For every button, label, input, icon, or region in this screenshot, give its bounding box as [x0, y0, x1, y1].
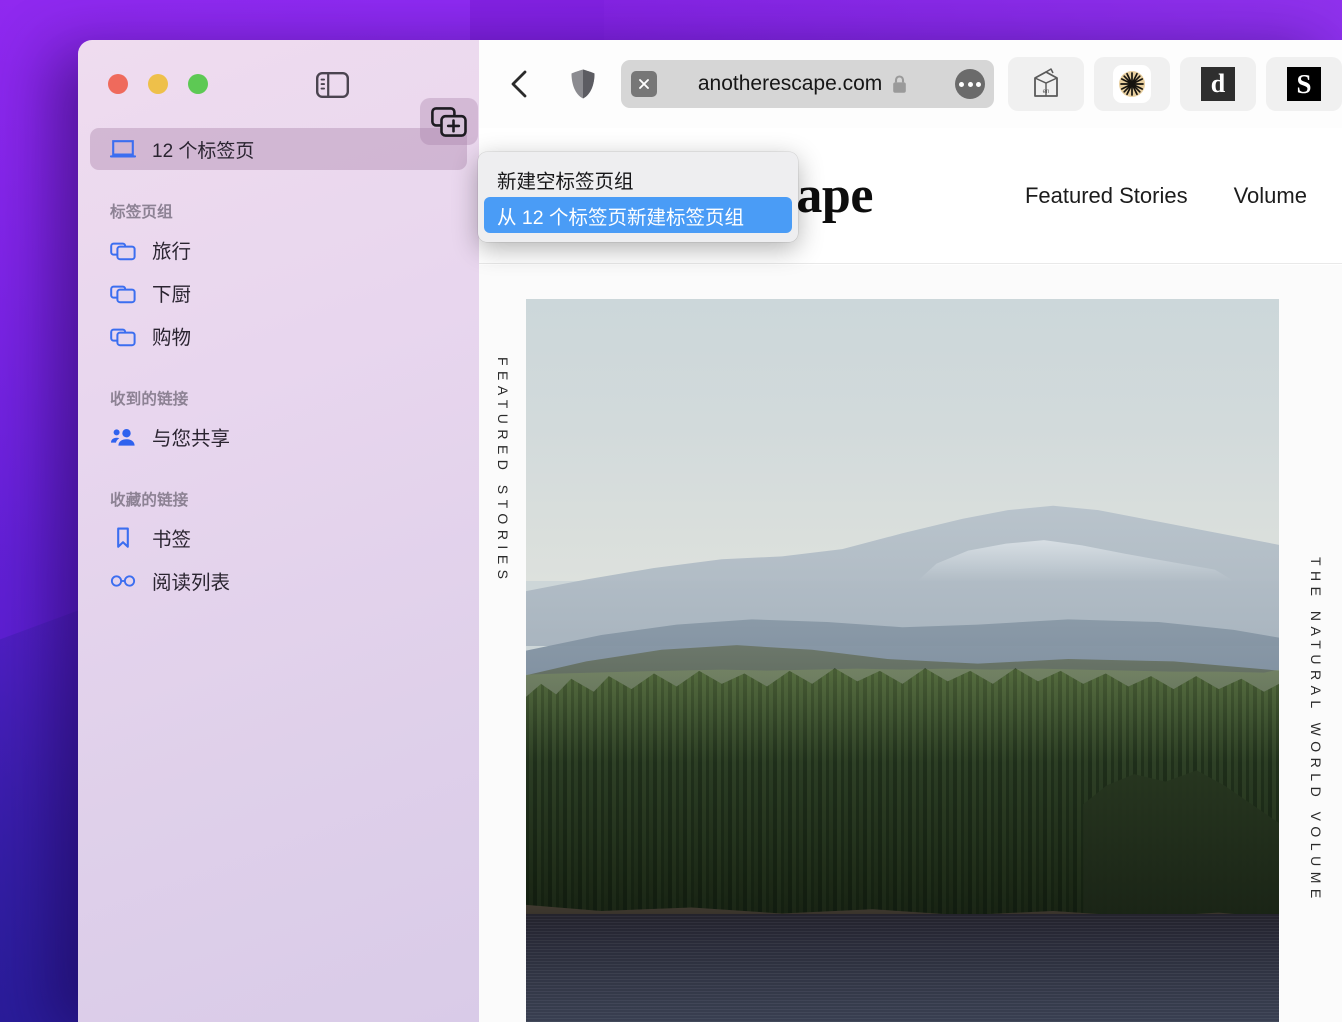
bookmark-icon [110, 526, 136, 550]
close-tab-icon [639, 79, 650, 89]
new-tab-group-menu: 新建空标签页组 从 12 个标签页新建标签页组 [478, 152, 798, 242]
letter-d-icon: d [1201, 67, 1236, 101]
tab-group-icon [110, 239, 136, 261]
reading-list-icon [110, 572, 136, 590]
letter-s-icon: S [1287, 67, 1322, 101]
extension-s-button[interactable]: S [1266, 57, 1342, 111]
zoom-button[interactable] [188, 74, 208, 94]
photo-lake [526, 913, 1279, 1022]
more-dot [967, 81, 973, 87]
extension-d-button[interactable]: d [1180, 57, 1257, 111]
sidebar-item-cooking[interactable]: 下厨 [90, 271, 467, 314]
window-icon [110, 139, 136, 159]
sunburst-icon [1119, 71, 1146, 97]
sidebar-list-received-links: 与您共享 [78, 415, 479, 458]
shared-with-you-icon [110, 426, 136, 448]
extension-sunburst-button[interactable] [1094, 57, 1171, 111]
sidebar-list-tab-groups: 旅行 下厨 购物 [78, 228, 479, 357]
sidebar-toggle-button[interactable] [316, 72, 350, 99]
sidebar-section-title-saved-links: 收藏的链接 [110, 492, 189, 509]
sidebar-section-title-tab-groups: 标签页组 [110, 204, 173, 221]
back-button[interactable] [497, 60, 542, 108]
hero-section: FEATURED STORIES THE NATURAL WORLD VOLUM… [479, 265, 1342, 1022]
sidebar-item-travel[interactable]: 旅行 [90, 228, 467, 271]
sidebar-item-shopping[interactable]: 购物 [90, 314, 467, 357]
sidebar-item-label: 与您共享 [152, 428, 231, 450]
sidebar-item-bookmarks[interactable]: 书签 [90, 516, 467, 559]
sidebar-item-label: 购物 [152, 327, 192, 349]
sidebar-item-reading-list[interactable]: 阅读列表 [90, 559, 467, 602]
sidebar-item-label: 旅行 [152, 241, 192, 263]
more-dot [959, 81, 965, 87]
page-menu-button[interactable] [955, 69, 986, 99]
lock-icon [893, 74, 907, 93]
minimize-button[interactable] [148, 74, 168, 94]
sidebar-section-title-received-links: 收到的链接 [110, 391, 189, 408]
more-dot [976, 81, 982, 87]
sidebar-item-label: 下厨 [152, 284, 192, 306]
svg-text:en: en [1043, 89, 1050, 95]
new-tab-group-button[interactable] [420, 98, 478, 145]
sidebar-toggle-icon [316, 72, 350, 99]
tab-group-icon [110, 282, 136, 304]
address-bar[interactable]: anotherescape.com [621, 60, 995, 108]
photo-forest-highlight [526, 668, 1279, 762]
milk-carton-icon: en [1034, 68, 1058, 97]
hero-photo[interactable] [526, 299, 1279, 1022]
tab-group-icon [110, 325, 136, 347]
extensions-toolbar: en d S [1008, 57, 1342, 111]
privacy-shield-icon [571, 69, 595, 99]
sidebar: 12 个标签页 标签页组 旅行 下厨 购物 收到的链接 与您共享 收藏的链接 书… [78, 40, 479, 1022]
nav-link-volume[interactable]: Volume [1234, 183, 1307, 209]
extension-milk-carton-button[interactable]: en [1008, 57, 1085, 111]
sidebar-item-label: 12 个标签页 [152, 140, 255, 162]
web-page: Another Escape Featured Stories Volume F… [479, 128, 1342, 1022]
sidebar-item-current-tabs[interactable]: 12 个标签页 [90, 128, 467, 170]
window-traffic-lights [108, 74, 208, 94]
browser-window: 12 个标签页 标签页组 旅行 下厨 购物 收到的链接 与您共享 收藏的链接 书… [78, 40, 1342, 1022]
site-nav: Featured Stories Volume [1025, 183, 1307, 209]
browser-toolbar: anotherescape.com en d S [479, 40, 1342, 128]
menu-item-new-group-from-tabs[interactable]: 从 12 个标签页新建标签页组 [484, 197, 792, 233]
privacy-report-button[interactable] [560, 60, 605, 108]
vertical-label-featured-stories: FEATURED STORIES [495, 357, 511, 585]
address-bar-url: anotherescape.com [697, 72, 883, 95]
nav-link-featured-stories[interactable]: Featured Stories [1025, 183, 1188, 209]
sunburst-badge [1113, 65, 1152, 103]
sidebar-list-saved-links: 书签 阅读列表 [78, 516, 479, 602]
menu-item-new-empty-tab-group[interactable]: 新建空标签页组 [484, 161, 792, 197]
sidebar-item-shared-with-you[interactable]: 与您共享 [90, 415, 467, 458]
back-chevron-icon [511, 70, 526, 98]
vertical-label-natural-world-volume: THE NATURAL WORLD VOLUME [1308, 557, 1324, 904]
sidebar-item-label: 阅读列表 [152, 572, 231, 594]
close-button[interactable] [108, 74, 128, 94]
new-tab-group-icon [431, 106, 467, 137]
sidebar-item-label: 书签 [152, 529, 192, 551]
address-bar-url-group: anotherescape.com [651, 72, 955, 96]
sidebar-toolbar [78, 40, 479, 145]
